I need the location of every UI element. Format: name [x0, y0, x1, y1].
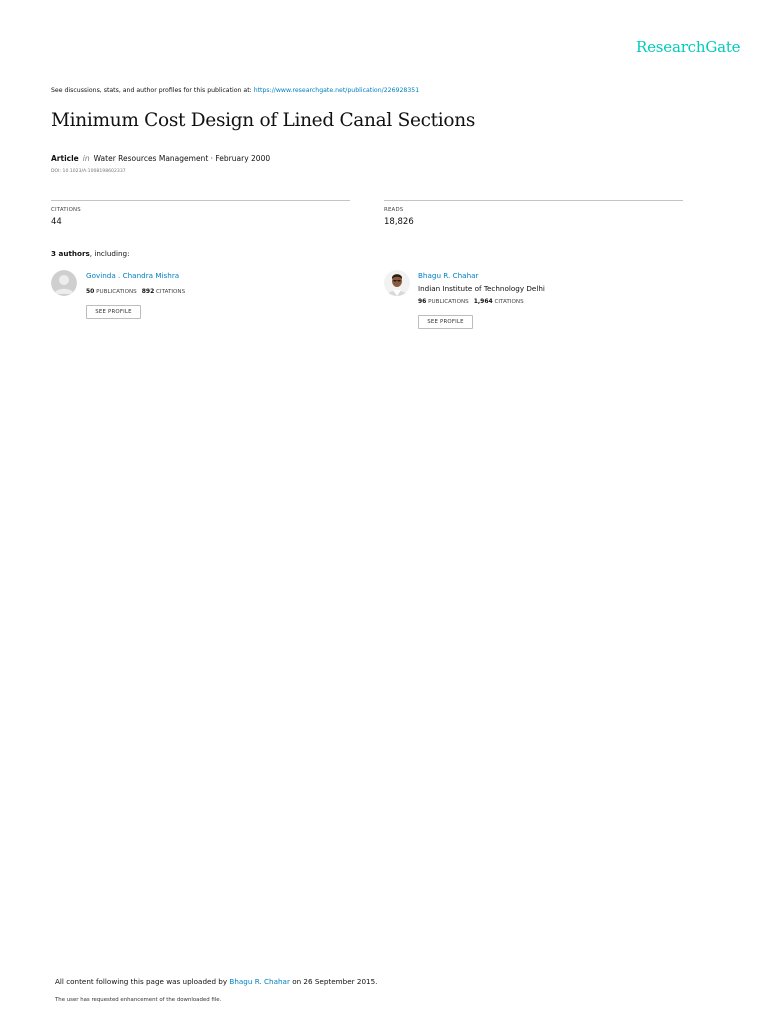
- reads-divider: [384, 200, 683, 201]
- page-title: Minimum Cost Design of Lined Canal Secti…: [51, 110, 476, 131]
- reads-value: 18,826: [384, 217, 414, 227]
- author-name[interactable]: Govinda . Chandra Mishra: [86, 271, 179, 280]
- discussion-line: See discussions, stats, and author profi…: [51, 87, 419, 94]
- publication-meta: Article in Water Resources Management · Fe…: [51, 154, 270, 163]
- researchgate-logo[interactable]: ResearchGate: [636, 38, 741, 56]
- authors-suffix: , including:: [89, 249, 130, 258]
- discussion-prefix: See discussions, stats, and author profi…: [51, 87, 254, 94]
- author-institution: Indian Institute of Technology Delhi: [418, 284, 545, 293]
- reads-label: READS: [384, 207, 404, 213]
- enhancement-note: The user has requested enhancement of th…: [55, 997, 222, 1003]
- citations-value: 44: [51, 217, 62, 227]
- in-label: in: [82, 154, 90, 163]
- author-stats: 96 PUBLICATIONS 1,964 CITATIONS: [418, 298, 524, 305]
- doi: DOI: 10.1023/A:1008198602337: [51, 169, 126, 174]
- see-profile-button[interactable]: SEE PROFILE: [86, 305, 141, 319]
- uploader-link[interactable]: Bhagu R. Chahar: [229, 977, 290, 986]
- citations-label: CITATIONS: [51, 207, 81, 213]
- citations-divider: [51, 200, 350, 201]
- document-page: { "brand": { "name": "ResearchGate", "co…: [0, 0, 768, 1024]
- publication-link[interactable]: https://www.researchgate.net/publication…: [254, 87, 419, 94]
- venue-date: Water Resources Management · February 20…: [93, 154, 271, 163]
- author-name[interactable]: Bhagu R. Chahar: [418, 271, 479, 280]
- author-photo-icon[interactable]: [384, 270, 410, 296]
- author-stats: 50 PUBLICATIONS 892 CITATIONS: [86, 288, 186, 295]
- authors-heading: 3 authors, including:: [51, 249, 130, 258]
- publication-type: Article: [51, 154, 79, 163]
- authors-count: 3 authors: [51, 249, 90, 258]
- default-avatar-icon[interactable]: [51, 270, 77, 296]
- see-profile-button[interactable]: SEE PROFILE: [418, 315, 473, 329]
- uploaded-line: All content following this page was uplo…: [55, 977, 378, 986]
